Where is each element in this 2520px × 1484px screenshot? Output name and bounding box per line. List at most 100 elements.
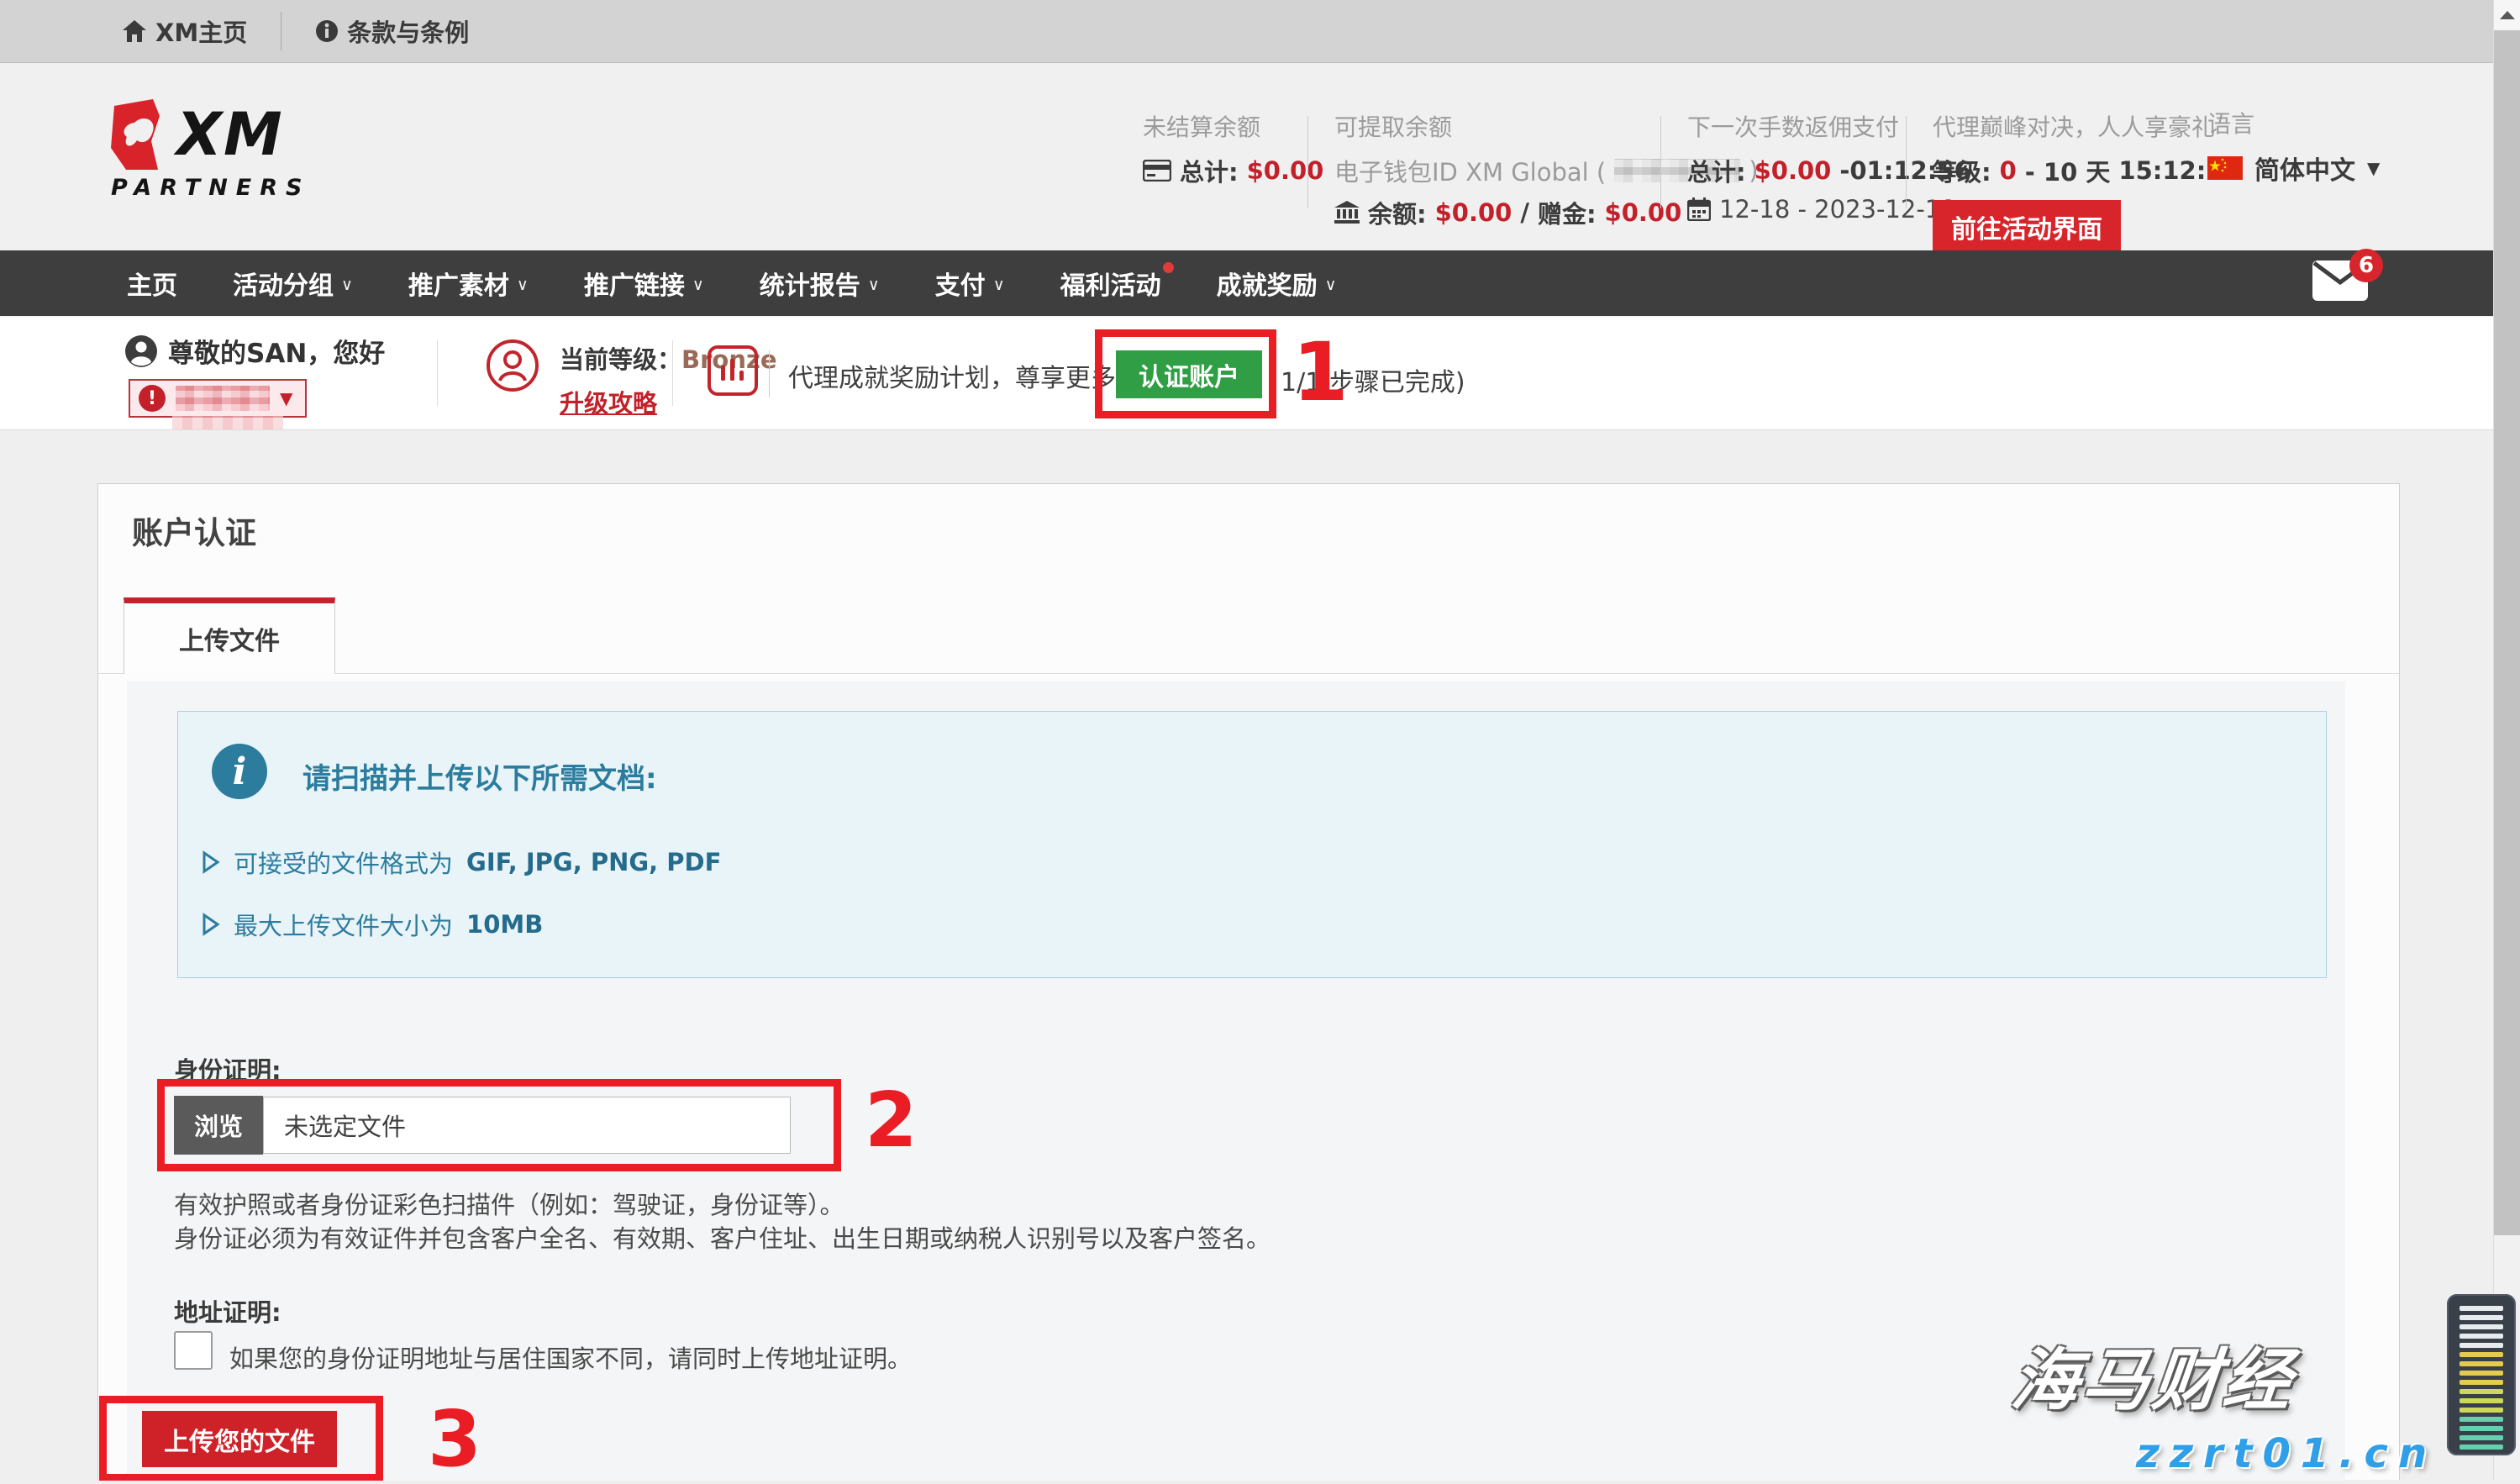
unsettled-balance-section: 未结算余额 总计: $0.00: [1143, 109, 1323, 188]
info-box: i 请扫描并上传以下所需文档: 可接受的文件格式为 GIF, JPG, PNG,…: [177, 711, 2327, 978]
wallet-id-prefix: 电子钱包ID XM Global (: [1334, 153, 1606, 188]
chevron-down-icon: ∨: [868, 276, 880, 294]
header-divider-2: [1660, 116, 1661, 208]
header: XM PARTNERS 未结算余额 总计: $0.00 可提取余额 电子钱包ID…: [0, 64, 2520, 250]
xm-home-label: XM主页: [155, 13, 247, 49]
messages-button[interactable]: 6: [2312, 260, 2371, 308]
level-label: 当前等级：: [560, 345, 681, 374]
identity-note-1: 有效护照或者身份证彩色扫描件（例如：驾驶证，身份证等）。: [174, 1186, 844, 1221]
address-proof-label: 地址证明:: [174, 1293, 281, 1329]
scrollbar-up-button[interactable]: [2494, 0, 2520, 30]
userbar-divider-3: [769, 350, 770, 397]
next-rebate-section: 下一次手数返佣支付 总计: $0.00 -01:12:56 12-18 - 20…: [1687, 109, 1971, 224]
promo-level-value: 0: [2000, 156, 2017, 185]
logo-xm-text: XM: [176, 105, 284, 164]
nav-home[interactable]: 主页: [99, 250, 205, 316]
identity-note-2: 身份证必须为有效证件并包含客户全名、有效期、客户住址、出生日期或纳税人识别号以及…: [174, 1219, 1271, 1255]
watermark-meter-graphic: [2447, 1294, 2516, 1455]
verify-account-button[interactable]: 认证账户: [1116, 350, 1262, 398]
upgrade-guide-link[interactable]: 升级攻略: [560, 384, 657, 419]
nav-activity-groups[interactable]: 活动分组∨: [205, 250, 381, 316]
file-input[interactable]: 未选定文件: [263, 1097, 791, 1154]
triangle-up-icon: [2500, 11, 2515, 19]
info-bullet-size: 最大上传文件大小为 10MB: [202, 907, 543, 942]
info-bullet-formats: 可接受的文件格式为 GIF, JPG, PNG, PDF: [202, 845, 721, 880]
calendar-icon: [1687, 197, 1711, 221]
annotation-number-2: 2: [865, 1083, 918, 1159]
balance-value: $0.00: [1435, 198, 1513, 227]
promo-days: - 10 天: [2025, 153, 2111, 188]
language-section: 语言 简体中文 ▼: [2207, 106, 2380, 187]
info-title: 请扫描并上传以下所需文档:: [303, 755, 657, 797]
address-proof-checkbox-label: 如果您的身份证明地址与居住国家不同，请同时上传地址证明。: [229, 1339, 912, 1375]
xm-home-link[interactable]: XM主页: [122, 13, 247, 49]
notification-dot: [1163, 262, 1174, 273]
annotation-number-3: 3: [428, 1401, 481, 1478]
balance-separator: /: [1520, 198, 1529, 227]
rebate-date-range: 12-18 - 2023-12-18: [1719, 195, 1956, 224]
bonus-label: 赠金:: [1538, 195, 1597, 230]
account-id-redacted: [176, 386, 270, 411]
watermark-site-name: 海马财经: [2007, 1326, 2300, 1423]
header-divider-3: [1906, 116, 1907, 208]
page-title: 账户认证: [132, 508, 256, 553]
user-greeting: 尊敬的SAN，您好: [124, 332, 385, 370]
greeting-text: 尊敬的SAN，您好: [168, 332, 385, 370]
terms-link[interactable]: 条款与条例: [315, 13, 469, 49]
language-value: 简体中文: [2254, 150, 2355, 187]
language-label: 语言: [2207, 106, 2380, 139]
chevron-down-icon: ▼: [280, 388, 292, 408]
chevron-down-icon: ▼: [2367, 158, 2380, 178]
tab-upload-documents[interactable]: 上传文件: [124, 597, 335, 674]
main-navigation: 主页 活动分组∨ 推广素材∨ 推广链接∨ 统计报告∨ 支付∨ 福利活动 成就奖励…: [0, 250, 2520, 316]
promo-label: 代理巅峰对决，人人享豪礼: [1933, 109, 2240, 143]
bar-chart-icon: [708, 345, 758, 396]
identity-proof-label: 身份证明:: [174, 1051, 281, 1087]
home-icon: [122, 19, 147, 43]
upload-your-files-button[interactable]: 上传您的文件: [142, 1411, 337, 1467]
header-divider-1: [1307, 116, 1308, 208]
userbar-divider-1: [437, 340, 438, 406]
logo-partners-text: PARTNERS: [111, 175, 310, 201]
triangle-bullet-icon: [202, 850, 220, 874]
avatar-icon: [124, 334, 158, 368]
account-dropdown[interactable]: ! ▼: [129, 379, 307, 418]
triangle-bullet-icon: [202, 913, 220, 936]
chevron-down-icon: ∨: [517, 276, 529, 294]
upload-panel: i 请扫描并上传以下所需文档: 可接受的文件格式为 GIF, JPG, PNG,…: [127, 681, 2345, 1481]
top-utility-bar: XM主页 条款与条例: [0, 0, 2520, 63]
china-flag-icon: [2207, 156, 2243, 180]
user-bar: 尊敬的SAN，您好 ! ▼ 当前等级：Bronze 升级攻略 代理成就奖励计划，…: [0, 317, 2520, 430]
profile-circle-icon: [486, 339, 539, 392]
language-selector[interactable]: 简体中文 ▼: [2207, 150, 2380, 187]
rebate-total-label: 总计:: [1687, 153, 1746, 188]
goto-activity-button[interactable]: 前往活动界面: [1933, 200, 2121, 254]
redaction-artifact: [172, 416, 283, 429]
scrollbar-thumb[interactable]: [2494, 30, 2520, 1235]
promo-section: 代理巅峰对决，人人享豪礼 等级: 0 - 10 天 15:12:56 前往活动界…: [1933, 109, 2240, 254]
nav-payments[interactable]: 支付∨: [908, 250, 1033, 316]
address-proof-checkbox[interactable]: [174, 1331, 213, 1370]
xm-partners-logo[interactable]: XM PARTNERS: [108, 96, 310, 201]
chevron-down-icon: ∨: [341, 276, 353, 294]
unsettled-total-label: 总计:: [1180, 153, 1239, 188]
browse-button[interactable]: 浏览: [174, 1096, 263, 1155]
nav-benefits[interactable]: 福利活动: [1033, 250, 1189, 316]
watermark-site-url: zzrt01.cn: [2136, 1430, 2437, 1477]
next-rebate-label: 下一次手数返佣支付: [1687, 109, 1971, 143]
promo-level-label: 等级:: [1933, 153, 1991, 188]
nav-statistics-reports[interactable]: 统计报告∨: [732, 250, 908, 316]
nav-promo-links[interactable]: 推广链接∨: [556, 250, 732, 316]
verification-progress-text: 1/1 步骤已完成): [1281, 361, 1465, 398]
warning-icon: !: [139, 385, 166, 412]
balance-label: 余额:: [1368, 195, 1427, 230]
unsettled-total-value: $0.00: [1247, 156, 1324, 185]
nav-achievements[interactable]: 成就奖励∨: [1189, 250, 1365, 316]
nav-promo-materials[interactable]: 推广素材∨: [381, 250, 556, 316]
tab-row-divider: [98, 673, 2399, 674]
credit-card-icon: [1143, 160, 1171, 182]
bank-icon: [1334, 201, 1360, 224]
unread-count-badge: 6: [2349, 249, 2383, 282]
bonus-value: $0.00: [1605, 198, 1682, 227]
rebate-total-value: $0.00: [1755, 156, 1832, 185]
